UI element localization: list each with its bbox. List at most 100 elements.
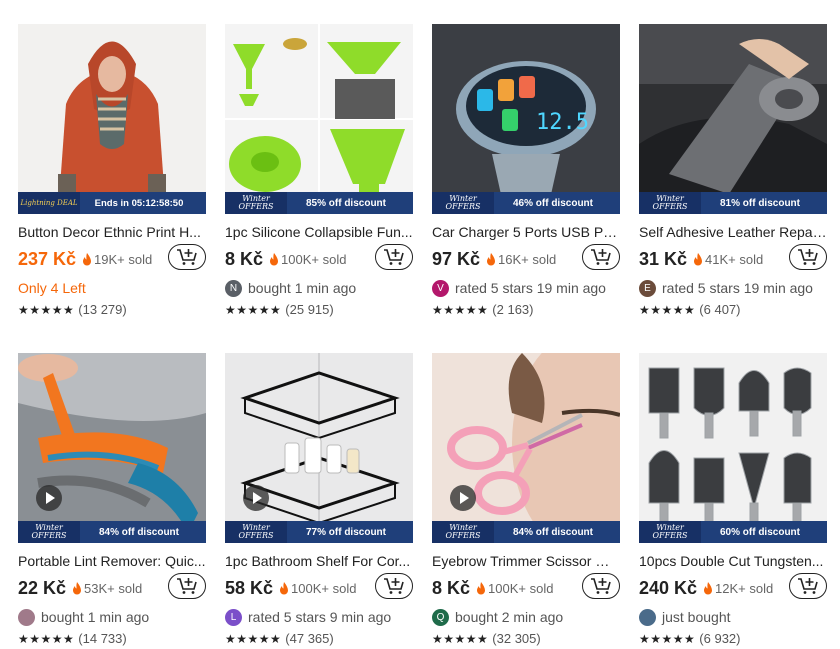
- winter-offers-badge: Winter OFFERS: [225, 192, 287, 214]
- product-title[interactable]: Eyebrow Trimmer Scissor Wi...: [432, 553, 620, 569]
- deal-countdown: Ends in 05:12:58:50: [94, 197, 184, 209]
- discount-label: 84% off discount: [512, 526, 593, 538]
- product-image[interactable]: 12.5 Winter OFFERS 46% off discount: [432, 24, 620, 214]
- sold-count: 19K+ sold: [94, 251, 153, 267]
- cart-plus-icon: [384, 249, 404, 265]
- product-title[interactable]: Button Decor Ethnic Print H...: [18, 224, 206, 240]
- add-to-cart-button[interactable]: [789, 573, 827, 599]
- activity-info: Q bought 2 min ago: [432, 607, 620, 627]
- activity-info: just bought: [639, 607, 827, 627]
- activity-text: bought 1 min ago: [248, 280, 357, 296]
- product-card[interactable]: Winter OFFERS 77% off discount 1pc Bathr…: [225, 353, 413, 646]
- deal-banner: Winter OFFERS 84% off discount: [18, 521, 206, 543]
- product-image[interactable]: Winter OFFERS 60% off discount: [639, 353, 827, 543]
- charger-image: 12.5: [432, 24, 620, 214]
- flame-icon: [487, 252, 496, 265]
- winter-offers-badge: Winter OFFERS: [639, 192, 701, 214]
- product-card[interactable]: 12.5 Winter OFFERS 46% off discount Car …: [432, 24, 620, 317]
- product-title[interactable]: 1pc Bathroom Shelf For Cor...: [225, 553, 413, 569]
- deal-banner: Winter OFFERS 46% off discount: [432, 192, 620, 214]
- rating-row: ★★★★★ (6 932): [639, 631, 827, 646]
- sold-count: 12K+ sold: [715, 580, 774, 596]
- avatar: [18, 608, 35, 626]
- add-to-cart-button[interactable]: [375, 573, 413, 599]
- avatar: L: [225, 608, 242, 626]
- sold-count: 53K+ sold: [84, 580, 143, 596]
- product-image[interactable]: Winter OFFERS 84% off discount: [432, 353, 620, 543]
- svg-text:12.5: 12.5: [536, 110, 589, 135]
- funnel-image: [225, 24, 413, 214]
- product-card[interactable]: Winter OFFERS 84% off discount Eyebrow T…: [432, 353, 620, 646]
- activity-text: rated 5 stars 19 min ago: [455, 280, 606, 296]
- flame-icon: [280, 581, 289, 594]
- deal-banner: Winter OFFERS 84% off discount: [432, 521, 620, 543]
- activity-text: just bought: [662, 609, 731, 625]
- product-price: 97 Kč: [432, 248, 481, 269]
- sold-count: 41K+ sold: [705, 251, 764, 267]
- avatar: N: [225, 279, 242, 297]
- add-to-cart-button[interactable]: [789, 244, 827, 270]
- play-video-button[interactable]: [450, 485, 476, 511]
- review-count: (47 365): [285, 631, 334, 646]
- rating-row: ★★★★★ (14 733): [18, 631, 206, 646]
- product-card[interactable]: Winter OFFERS 85% off discount 1pc Silic…: [225, 24, 413, 317]
- product-price: 237 Kč: [18, 248, 77, 269]
- star-rating: ★★★★★: [432, 302, 489, 317]
- product-title[interactable]: Portable Lint Remover: Quic...: [18, 553, 206, 569]
- winter-offers-badge: Winter OFFERS: [432, 521, 494, 543]
- deal-banner: Lightning DEAL Ends in 05:12:58:50: [18, 192, 206, 214]
- play-video-button[interactable]: [36, 485, 62, 511]
- deal-banner: Winter OFFERS 81% off discount: [639, 192, 827, 214]
- cart-plus-icon: [177, 578, 197, 594]
- burr-image: [639, 353, 827, 543]
- deal-banner: Winter OFFERS 77% off discount: [225, 521, 413, 543]
- product-title[interactable]: 10pcs Double Cut Tungsten...: [639, 553, 827, 569]
- flame-icon: [704, 581, 713, 594]
- activity-info: L rated 5 stars 9 min ago: [225, 607, 413, 627]
- rating-row: ★★★★★ (47 365): [225, 631, 413, 646]
- product-card[interactable]: Winter OFFERS 60% off discount 10pcs Dou…: [639, 353, 827, 646]
- product-title[interactable]: Car Charger 5 Ports USB PD...: [432, 224, 620, 240]
- cart-plus-icon: [798, 578, 818, 594]
- product-grid: Lightning DEAL Ends in 05:12:58:50 Butto…: [0, 0, 840, 649]
- review-count: (25 915): [285, 302, 334, 317]
- add-to-cart-button[interactable]: [168, 244, 206, 270]
- discount-label: 60% off discount: [719, 526, 800, 538]
- cart-plus-icon: [177, 249, 197, 265]
- sold-count: 100K+ sold: [291, 580, 357, 596]
- rating-row: ★★★★★ (2 163): [432, 302, 620, 317]
- add-to-cart-button[interactable]: [582, 244, 620, 270]
- product-title[interactable]: 1pc Silicone Collapsible Fun...: [225, 224, 413, 240]
- add-to-cart-button[interactable]: [375, 244, 413, 270]
- star-rating: ★★★★★: [18, 302, 75, 317]
- product-card[interactable]: Winter OFFERS 81% off discount Self Adhe…: [639, 24, 827, 317]
- play-video-button[interactable]: [243, 485, 269, 511]
- star-rating: ★★★★★: [639, 631, 696, 646]
- avatar: Q: [432, 608, 449, 626]
- cart-plus-icon: [591, 578, 611, 594]
- winter-offers-badge: Winter OFFERS: [225, 521, 287, 543]
- product-title[interactable]: Self Adhesive Leather Repai...: [639, 224, 827, 240]
- avatar: V: [432, 279, 449, 297]
- add-to-cart-button[interactable]: [582, 573, 620, 599]
- rating-row: ★★★★★ (13 279): [18, 302, 206, 317]
- add-to-cart-button[interactable]: [168, 573, 206, 599]
- product-image[interactable]: Winter OFFERS 77% off discount: [225, 353, 413, 543]
- tape-image: [639, 24, 827, 214]
- activity-text: bought 1 min ago: [41, 609, 150, 625]
- review-count: (14 733): [78, 631, 127, 646]
- cart-plus-icon: [798, 249, 818, 265]
- product-image[interactable]: Winter OFFERS 81% off discount: [639, 24, 827, 214]
- avatar: E: [639, 279, 656, 297]
- shelf-image: [225, 353, 413, 543]
- avatar: [639, 608, 656, 626]
- product-image[interactable]: Winter OFFERS 84% off discount: [18, 353, 206, 543]
- stock-info: Only 4 Left: [18, 280, 86, 296]
- product-card[interactable]: Winter OFFERS 84% off discount Portable …: [18, 353, 206, 646]
- lint-image: [18, 353, 206, 543]
- product-image[interactable]: Lightning DEAL Ends in 05:12:58:50: [18, 24, 206, 214]
- winter-offers-badge: Winter OFFERS: [639, 521, 701, 543]
- product-card[interactable]: Lightning DEAL Ends in 05:12:58:50 Butto…: [18, 24, 206, 317]
- product-image[interactable]: Winter OFFERS 85% off discount: [225, 24, 413, 214]
- rating-row: ★★★★★ (6 407): [639, 302, 827, 317]
